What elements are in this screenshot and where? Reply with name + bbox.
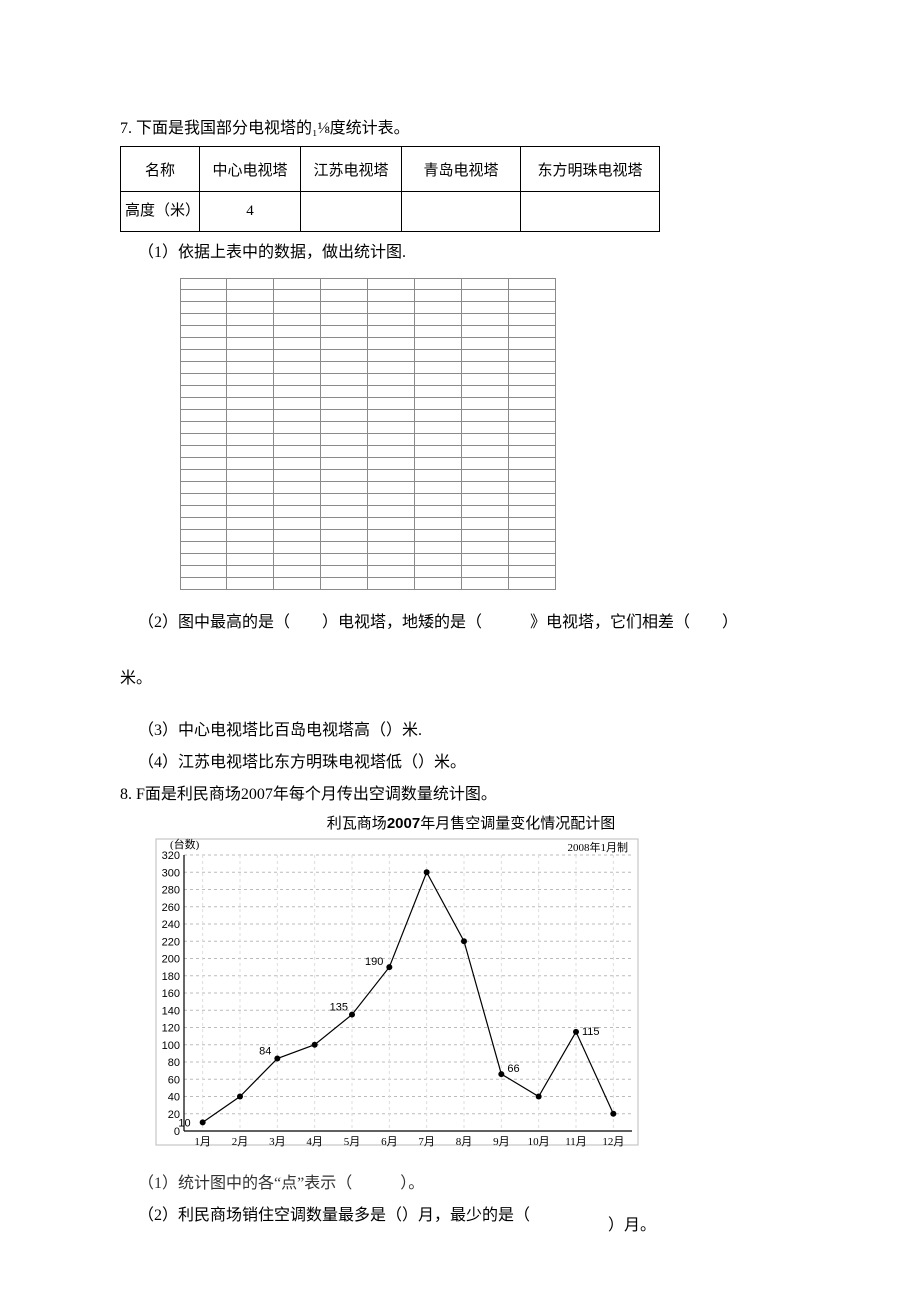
cell-col2: 江苏电视塔: [301, 147, 402, 192]
svg-text:320: 320: [162, 850, 180, 862]
svg-text:5月: 5月: [344, 1136, 361, 1148]
svg-text:4月: 4月: [306, 1136, 323, 1148]
svg-text:10月: 10月: [528, 1136, 550, 1148]
q7-sub2b: 米。: [120, 664, 800, 688]
q7-sub1: （1）依据上表中的数据，做出统计图.: [120, 238, 800, 262]
q7-sub3: （3）中心电视塔比百岛电视塔高（）米.: [120, 716, 800, 740]
q7-title: 7. 下面是我国部分电视塔的₁⅛度统计表。: [120, 114, 800, 138]
svg-text:135: 135: [330, 1002, 348, 1014]
svg-text:80: 80: [168, 1057, 180, 1069]
svg-text:7月: 7月: [418, 1136, 435, 1148]
svg-text:2008年1月制: 2008年1月制: [568, 840, 629, 854]
svg-text:9月: 9月: [493, 1136, 510, 1148]
line-chart: 2008年1月制(台数)0204060801001201401601802002…: [142, 833, 642, 1163]
svg-text:140: 140: [162, 1005, 180, 1017]
svg-text:8月: 8月: [456, 1136, 473, 1148]
cell-name-label: 名称: [121, 147, 200, 192]
cell-col3: 青岛电视塔: [402, 147, 521, 192]
svg-text:(台数): (台数): [170, 837, 200, 851]
svg-text:100: 100: [162, 1040, 180, 1052]
cell-v2: [301, 192, 402, 232]
chart-wrap: 利瓦商场2007年月售空调量变化情况配计图 2008年1月制(台数)020406…: [142, 812, 800, 1163]
svg-text:180: 180: [162, 971, 180, 983]
q8-sub2b: ）月。: [608, 1217, 656, 1234]
svg-text:115: 115: [582, 1026, 600, 1038]
table-row: 名称 中心电视塔 江苏电视塔 青岛电视塔 东方明珠电视塔: [121, 147, 660, 192]
svg-text:240: 240: [162, 919, 180, 931]
svg-text:2月: 2月: [232, 1136, 249, 1148]
q8-title: 8. F面是利民商场2007年每个月传出空调数量统计图。: [120, 780, 800, 804]
chart-title: 利瓦商场2007年月售空调量变化情况配计图: [142, 812, 800, 833]
svg-text:66: 66: [507, 1063, 519, 1075]
svg-text:300: 300: [162, 867, 180, 879]
svg-text:190: 190: [365, 956, 383, 968]
svg-text:280: 280: [162, 885, 180, 897]
q7-table: 名称 中心电视塔 江苏电视塔 青岛电视塔 东方明珠电视塔 高度（米） 4: [120, 146, 660, 232]
chart-title-year: 2007: [387, 815, 420, 832]
q8-sub1: （1）统计图中的各“点”表示（ ）。: [120, 1169, 800, 1193]
svg-text:84: 84: [259, 1046, 271, 1058]
table-row: 高度（米） 4: [121, 192, 660, 232]
blank-grid: [180, 278, 800, 590]
q7-sub2a: （2）图中最高的是（ ）电视塔，地矮的是（ 》电视塔，它们相差（ ）: [120, 608, 800, 632]
svg-text:160: 160: [162, 988, 180, 1000]
q7-sub4: （4）江苏电视塔比东方明珠电视塔低（）米。: [120, 748, 800, 772]
svg-text:220: 220: [162, 936, 180, 948]
svg-text:120: 120: [162, 1023, 180, 1035]
cell-height-label: 高度（米）: [121, 192, 200, 232]
chart-title-post: 年月售空调量变化情况配计图: [420, 816, 615, 832]
chart-title-pre: 利瓦商场: [327, 816, 387, 832]
q8-sub2: （2）利民商场销住空调数量最多是（）月，最少的是（ ）月。: [120, 1201, 800, 1225]
cell-col4: 东方明珠电视塔: [521, 147, 660, 192]
cell-col1: 中心电视塔: [200, 147, 301, 192]
svg-text:6月: 6月: [381, 1136, 398, 1148]
cell-v1: 4: [200, 192, 301, 232]
cell-v4: [521, 192, 660, 232]
svg-text:10: 10: [178, 1117, 190, 1129]
svg-text:60: 60: [168, 1074, 180, 1086]
cell-v3: [402, 192, 521, 232]
svg-text:200: 200: [162, 954, 180, 966]
q8-sub2a: （2）利民商场销住空调数量最多是（）月，最少的是（: [138, 1207, 530, 1224]
svg-text:40: 40: [168, 1092, 180, 1104]
svg-text:260: 260: [162, 902, 180, 914]
svg-text:1月: 1月: [194, 1136, 211, 1148]
svg-text:11月: 11月: [565, 1136, 587, 1148]
svg-text:12月: 12月: [602, 1136, 624, 1148]
svg-text:3月: 3月: [269, 1136, 286, 1148]
